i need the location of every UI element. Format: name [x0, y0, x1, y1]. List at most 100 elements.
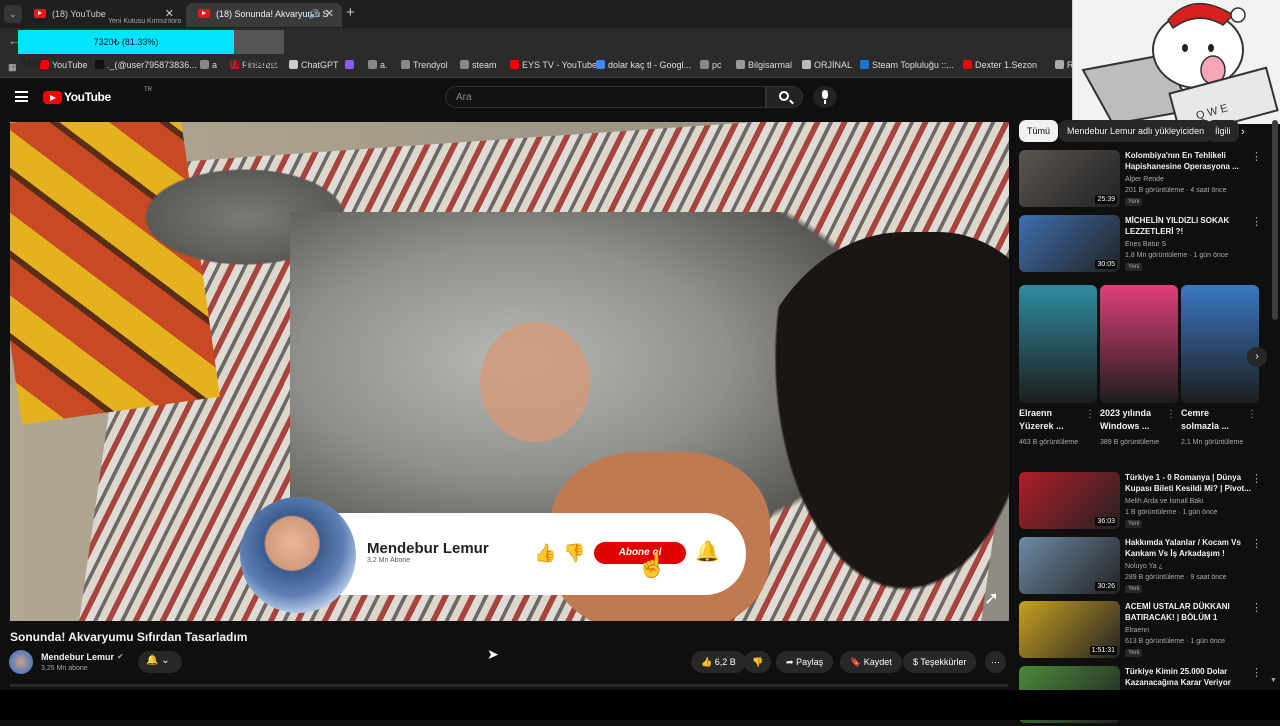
video-channel[interactable]: Melih Arda ve İsmail Baki — [1125, 498, 1203, 505]
subscribe-reminder-card: Mendebur Lemur 3,2 Mn Abone 👍 👎 Abone ol… — [240, 497, 746, 613]
bookmark-item[interactable]: Steam Topluluğu ::... — [860, 60, 954, 70]
bookmark-item[interactable]: dolar kaç tl - Googl... — [596, 60, 691, 70]
apps-grid-icon[interactable]: ▦ — [8, 62, 17, 73]
close-tab-icon[interactable]: ✕ — [325, 3, 334, 25]
divider — [10, 684, 1008, 687]
video-title[interactable]: ACEMİ USTALAR DÜKKANI BATIRACAK! | BÖLÜM… — [1125, 601, 1251, 623]
short-title[interactable]: 2023 yılında Windows ... — [1100, 407, 1162, 433]
video-channel[interactable]: Enes Batur S — [1125, 241, 1166, 248]
short-title[interactable]: Cemre solmazla ... — [1181, 407, 1243, 433]
video-thumbnail[interactable]: 1:51:31 — [1019, 601, 1120, 658]
bookmark-item[interactable]: ORJİNAL — [802, 60, 852, 70]
video-channel[interactable]: Elraenn — [1125, 627, 1149, 634]
video-title[interactable]: Hakkımda Yalanlar / Kocam Vs Kankam Vs İ… — [1125, 537, 1251, 559]
bookmark-favicon-icon — [460, 60, 469, 69]
channel-name[interactable]: Mendebur Lemur — [41, 652, 114, 662]
recommended-video[interactable]: 1:51:31 ACEMİ USTALAR DÜKKANI BATIRACAK! … — [1019, 601, 1269, 661]
video-meta: 1 B görüntüleme · 1 gün önce — [1125, 509, 1218, 516]
video-title[interactable]: MİCHELİN YILDIZLI SOKAK LEZZETLERİ ?! — [1125, 215, 1251, 237]
video-channel[interactable]: Noluyo Ya ¿ — [1125, 563, 1163, 570]
bookmark-item[interactable]: Bilgisarmal — [736, 60, 792, 70]
bookmark-favicon-icon — [345, 60, 354, 69]
more-options-icon[interactable]: ⋮ — [1166, 409, 1176, 420]
search-input[interactable]: Ara — [445, 86, 766, 108]
notification-bell-button[interactable]: 🔔 ⌄ — [138, 651, 182, 673]
more-options-icon[interactable]: ⋮ — [1247, 409, 1257, 420]
short-views: 2,1 Mn görüntüleme — [1181, 439, 1244, 446]
recommended-video[interactable]: 30:26 Hakkımda Yalanlar / Kocam Vs Kankam… — [1019, 537, 1269, 597]
more-options-icon[interactable]: ⋮ — [1251, 666, 1262, 679]
bookmark-favicon-icon — [95, 60, 104, 69]
tab-current-video[interactable]: (18) Sonunda! Akvaryumu S 🔊 ✕ — [186, 3, 342, 27]
bongo-cat-overlay: Q W E — [1072, 0, 1280, 124]
channel-watermark-icon[interactable]: ➚ — [984, 588, 999, 609]
more-actions-button[interactable]: ⋯ — [985, 651, 1006, 673]
short-thumbnail[interactable] — [1019, 285, 1097, 403]
speaker-icon[interactable]: 🔊 — [309, 3, 320, 25]
bookmark-item[interactable]: ChatGPT — [289, 60, 339, 70]
more-options-icon[interactable]: ⋮ — [1251, 601, 1262, 614]
chip-uploader[interactable]: Mendebur Lemur adlı yükleyiciden — [1059, 120, 1213, 142]
dislike-button[interactable]: 👎 — [744, 651, 772, 673]
recommended-video[interactable]: 36:03 Türkiye 1 - 0 Romanya | Dünya Kupas… — [1019, 472, 1269, 532]
video-thumbnail[interactable]: 30:05 — [1019, 215, 1120, 272]
new-badge: Yeni — [1125, 520, 1143, 528]
progress-text: 7320₺ (81.33%) — [93, 37, 159, 47]
channel-avatar[interactable] — [9, 650, 33, 674]
recommended-video[interactable]: 25:39 Kolombiya'nın En Tehlikeli Hapishan… — [1019, 150, 1269, 210]
short-thumbnail[interactable] — [1181, 285, 1259, 403]
hand-image — [480, 322, 590, 442]
video-channel[interactable]: Alper Rende — [1125, 176, 1164, 183]
country-code: TR — [144, 87, 152, 93]
chip-all[interactable]: Tümü — [1019, 120, 1059, 142]
video-thumbnail[interactable]: 30:26 — [1019, 537, 1120, 594]
more-options-icon[interactable]: ⋮ — [1251, 150, 1262, 163]
bookmark-item[interactable]: Dexter 1.Sezon — [963, 60, 1037, 70]
video-duration: 1:51:31 — [1089, 646, 1117, 655]
scrollbar[interactable] — [1272, 120, 1278, 320]
video-title[interactable]: Kolombiya'nın En Tehlikeli Hapishanesine… — [1125, 150, 1251, 172]
thanks-icon: $ — [913, 657, 919, 667]
bookmark-item[interactable]: YouTube — [40, 60, 87, 70]
youtube-favicon-icon — [34, 9, 46, 18]
bookmark-item[interactable]: a — [200, 60, 217, 70]
bookmark-item[interactable]: steam — [460, 60, 497, 70]
short-thumbnail[interactable] — [1100, 285, 1178, 403]
bookmark-item[interactable]: Trendyol — [401, 60, 448, 70]
video-title[interactable]: Türkiye Kimin 25.000 Dolar Kazanacağına … — [1125, 666, 1251, 688]
tab-search-button[interactable]: ⌄ — [4, 5, 22, 23]
more-options-icon[interactable]: ⋮ — [1251, 472, 1262, 485]
chevron-right-icon[interactable]: › — [1241, 126, 1245, 138]
bookmark-label: steam — [472, 60, 497, 70]
bookmark-item[interactable]: a. — [368, 60, 388, 70]
hand-cursor-icon: ☝ — [637, 552, 667, 579]
bookmark-item[interactable]: pc — [700, 60, 722, 70]
menu-icon[interactable] — [15, 91, 28, 102]
bookmark-label: Bilgisarmal — [748, 60, 793, 70]
scroll-down-arrow-icon[interactable]: ▼ — [1270, 677, 1277, 684]
video-meta: 1,8 Mn görüntüleme · 1 gün önce — [1125, 252, 1229, 259]
bookmark-icon: 🔖 — [850, 657, 862, 667]
like-button[interactable]: 👍 6,2 B — [691, 651, 746, 673]
bookmark-item[interactable] — [345, 60, 357, 70]
shorts-next-button[interactable]: › — [1247, 347, 1267, 367]
thanks-button[interactable]: $ Teşekkürler — [903, 651, 977, 673]
more-options-icon[interactable]: ⋮ — [1251, 537, 1262, 550]
more-options-icon[interactable]: ⋮ — [1251, 215, 1262, 228]
bookmark-item[interactable]: EYS TV - YouTube — [510, 60, 597, 70]
bookmark-item[interactable]: ._(@user795873836... — [95, 60, 197, 70]
save-label: Kaydet — [863, 657, 892, 667]
share-button[interactable]: ➦ Paylaş — [776, 651, 834, 673]
short-title[interactable]: Elraenn Yüzerek ... — [1019, 407, 1081, 433]
video-title[interactable]: Türkiye 1 - 0 Romanya | Dünya Kupası Bil… — [1125, 472, 1251, 494]
voice-search-button[interactable] — [813, 86, 837, 108]
recommended-video[interactable]: 30:05 MİCHELİN YILDIZLI SOKAK LEZZETLERİ … — [1019, 215, 1269, 275]
video-thumbnail[interactable]: 25:39 — [1019, 150, 1120, 207]
save-button[interactable]: 🔖 Kaydet — [840, 651, 902, 673]
video-thumbnail[interactable]: 36:03 — [1019, 472, 1120, 529]
new-tab-button[interactable]: + — [346, 4, 355, 21]
search-button[interactable] — [766, 86, 803, 108]
chip-related[interactable]: İlgili — [1207, 120, 1239, 142]
more-options-icon[interactable]: ⋮ — [1085, 409, 1095, 420]
video-duration: 25:39 — [1095, 195, 1117, 204]
